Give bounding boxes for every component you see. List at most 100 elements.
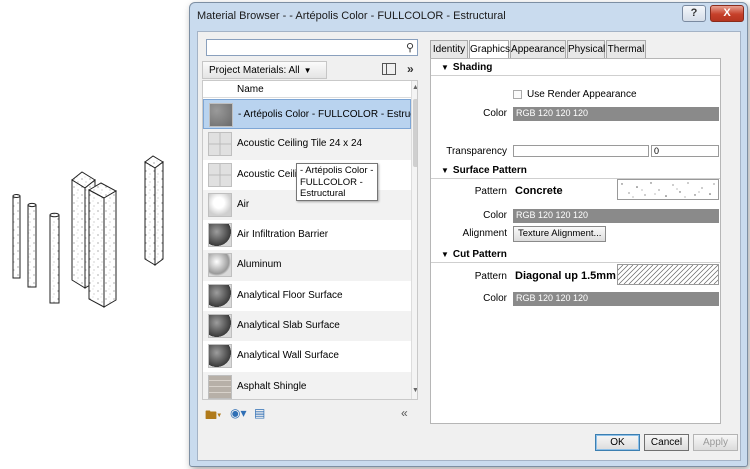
concrete-swatch-icon [209,103,233,127]
material-name: Analytical Floor Surface [237,289,343,301]
tab-graphics[interactable]: Graphics [469,40,510,59]
material-name: Air [237,198,250,210]
material-name: Acoustic Ceiling Tile 24 x 24 [237,138,363,150]
chevron-down-icon: ▼ [303,66,312,75]
create-material-icon[interactable]: ◉▾ [230,406,247,420]
transparency-label: Transparency [446,146,507,157]
cancel-button[interactable]: Cancel [644,434,689,451]
view-options-icon[interactable] [382,63,396,75]
material-name: Analytical Slab Surface [237,320,340,332]
material-name: Aluminum [237,259,282,271]
name-column-label: Name [237,84,264,95]
material-editor-pane: Identity Graphics Appearance Physical Th… [430,38,734,424]
material-name: - Artépolis Color - FULLCOLOR - Estructu… [238,109,418,120]
project-materials-filter[interactable]: Project Materials: All ▼ [202,61,327,79]
list-item[interactable]: Aluminum [203,250,411,281]
column-3 [49,212,60,304]
cut-color-field[interactable]: RGB 120 120 120 [513,292,719,306]
surface-pattern-label: Pattern [474,186,507,197]
cut-pattern-label: Pattern [474,271,507,282]
cut-pattern-name[interactable]: Diagonal up 1.5mm [515,270,616,282]
collapse-triangle-icon: ▼ [441,63,449,72]
surface-pattern-section-header[interactable]: ▼ Surface Pattern [431,162,720,179]
concrete-pattern-preview[interactable] [617,179,719,200]
tab-appearance[interactable]: Appearance [510,40,566,58]
material-name: Analytical Wall Surface [237,350,339,362]
title-bar[interactable]: Material Browser - - Artépolis Color - F… [190,3,747,29]
list-item[interactable]: Asphalt Shingle [203,371,411,399]
apply-button[interactable]: Apply [693,434,738,451]
ok-button[interactable]: OK [595,434,640,451]
section-title: Cut Pattern [452,249,507,260]
air-swatch-icon [208,192,232,217]
column-2 [27,202,37,288]
window-title: Material Browser - - Artépolis Color - F… [197,10,506,22]
transparency-value-field[interactable]: 0 [651,145,719,157]
scroll-thumb[interactable] [413,99,417,167]
column-1 [12,194,21,279]
collapse-library-icon[interactable]: « [401,406,408,420]
column-5 [87,182,118,308]
collapse-triangle-icon: ▼ [441,166,449,175]
screen: Material Browser - - Artépolis Color - F… [0,0,750,469]
scroll-down-icon[interactable]: ▼ [412,387,417,394]
material-name: Asphalt Shingle [237,380,307,392]
ceiling-tile-swatch-icon [208,132,232,157]
section-title: Shading [452,62,493,73]
shading-color-label: Color [483,108,507,119]
list-scrollbar[interactable]: ▲ ▼ [411,81,417,399]
sphere-swatch-icon [208,314,232,339]
shading-section-header[interactable]: ▼ Shading [431,59,720,76]
material-rows: - Artépolis Color - FULLCOLOR - Estructu… [203,99,417,399]
metal-sphere-swatch-icon [208,253,232,278]
use-render-appearance-label: Use Render Appearance [527,89,637,100]
material-list: Name - Artépolis Color - FULLCOLOR - Est… [202,80,418,400]
list-item[interactable]: Air Infiltration Barrier [203,220,411,250]
texture-alignment-button[interactable]: Texture Alignment... [513,226,607,242]
alignment-label: Alignment [462,228,507,239]
section-title: Surface Pattern [452,165,527,176]
filter-label: Project Materials: All [209,65,300,76]
surface-pattern-name[interactable]: Concrete [515,185,563,197]
surface-color-label: Color [483,210,507,221]
column-6 [144,155,164,266]
asset-browser-icon[interactable]: ▤ [254,406,265,420]
help-button[interactable]: ? [682,5,706,22]
material-list-pane: ⚲ Project Materials: All ▼ » Name - Arté… [198,32,424,428]
ceiling-tile-swatch-icon [208,162,232,187]
sphere-swatch-icon [208,283,232,308]
list-item[interactable]: Analytical Floor Surface [203,281,411,311]
tab-physical[interactable]: Physical [567,40,605,58]
expand-library-icon[interactable]: » [407,62,414,76]
column-header[interactable]: Name [203,81,411,98]
library-toolbar: 🖿▾ ◉▾ ▤ « [202,404,418,424]
dialog-body: ⚲ Project Materials: All ▼ » Name - Arté… [197,31,741,461]
close-button[interactable]: X [710,5,744,22]
shingle-swatch-icon [208,374,232,399]
search-input[interactable]: ⚲ [206,39,418,56]
model-viewport[interactable] [0,0,195,469]
use-render-appearance-checkbox[interactable] [513,90,522,99]
list-item[interactable]: Analytical Wall Surface [203,341,411,371]
material-name-tooltip: - Artépolis Color - FULLCOLOR - Estructu… [296,163,378,201]
list-item[interactable]: Acoustic Ceiling Tile 24 x 24 [203,129,411,160]
library-folder-icon[interactable]: 🖿▾ [205,406,221,427]
cut-pattern-section-header[interactable]: ▼ Cut Pattern [431,246,720,263]
cut-color-label: Color [483,293,507,304]
surface-color-field[interactable]: RGB 120 120 120 [513,209,719,223]
tab-identity[interactable]: Identity [430,40,468,58]
diagonal-pattern-preview[interactable] [598,264,734,285]
list-item[interactable]: - Artépolis Color - FULLCOLOR - Estructu… [203,99,417,130]
material-browser-dialog: Material Browser - - Artépolis Color - F… [189,2,748,467]
tab-thermal[interactable]: Thermal [606,40,646,58]
list-item[interactable]: Analytical Slab Surface [203,311,411,342]
shading-color-field[interactable]: RGB 120 120 120 [513,107,719,121]
collapse-triangle-icon: ▼ [441,250,449,259]
transparency-slider[interactable] [513,145,649,157]
material-name: Air Infiltration Barrier [237,229,329,241]
scroll-up-icon[interactable]: ▲ [412,84,417,91]
sphere-swatch-icon [208,344,232,369]
graphics-panel: ▼ Shading Use Render Appearance Color RGB… [430,58,734,424]
filter-bar: Project Materials: All ▼ » [202,61,420,79]
search-icon[interactable]: ⚲ [406,41,414,54]
